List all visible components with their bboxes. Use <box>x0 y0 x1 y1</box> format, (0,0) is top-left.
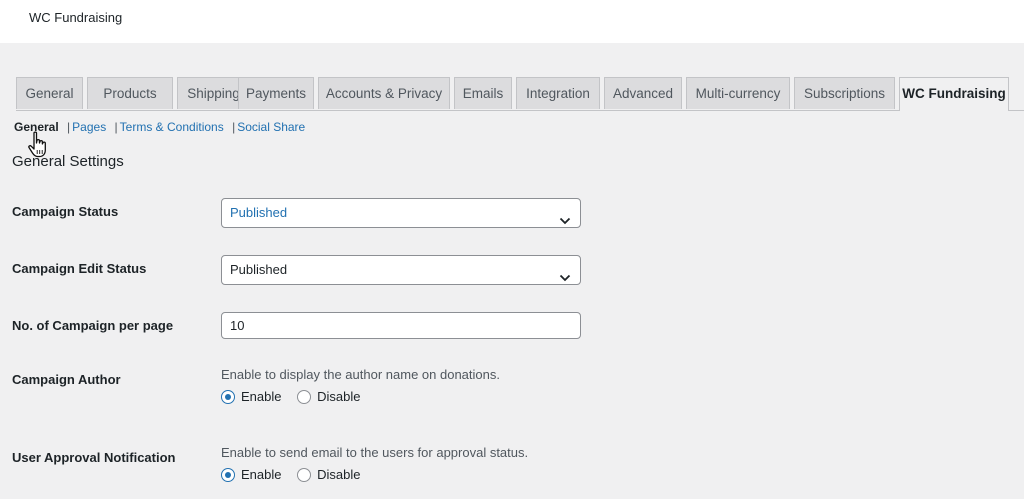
tab-advanced[interactable]: Advanced <box>604 77 682 109</box>
subnav-separator: | <box>114 120 118 134</box>
user-approval-options: Enable Disable <box>221 466 372 484</box>
user-approval-description: Enable to send email to the users for ap… <box>221 445 529 460</box>
campaign-author-enable-label[interactable]: Enable <box>241 389 281 404</box>
campaign-author-disable-radio[interactable] <box>297 389 312 404</box>
subnav-separator: | <box>232 120 236 134</box>
subnav-social-share[interactable]: Social Share <box>237 120 305 134</box>
campaign-status-select[interactable]: Published <box>221 198 581 228</box>
tab-integration[interactable]: Integration <box>516 77 600 109</box>
campaigns-per-page-label: No. of Campaign per page <box>12 318 174 333</box>
user-approval-label: User Approval Notification <box>12 450 176 465</box>
tab-subscriptions[interactable]: Subscriptions <box>794 77 895 109</box>
sub-navigation: General | Pages | Terms & Conditions | Soci… <box>14 120 305 134</box>
app-title: WC Fundraising <box>29 10 123 25</box>
campaigns-per-page-input[interactable]: 10 <box>221 312 581 339</box>
chevron-down-icon <box>559 208 571 236</box>
tab-multi-currency[interactable]: Multi-currency <box>686 77 790 109</box>
campaign-status-value: Published <box>230 205 288 220</box>
top-bar: WC Fundraising <box>0 0 1024 43</box>
campaign-edit-status-select[interactable]: Published <box>221 255 581 285</box>
campaign-author-disable-label[interactable]: Disable <box>317 389 360 404</box>
subnav-terms-conditions[interactable]: Terms & Conditions <box>120 120 224 134</box>
tab-emails[interactable]: Emails <box>454 77 512 109</box>
subnav-separator: | <box>67 120 71 134</box>
tab-products[interactable]: Products <box>87 77 173 109</box>
campaign-author-enable-radio[interactable] <box>221 389 235 404</box>
subnav-pages[interactable]: Pages <box>72 120 106 134</box>
campaign-edit-status-value: Published <box>230 262 288 277</box>
chevron-down-icon <box>559 265 571 293</box>
campaign-author-label: Campaign Author <box>12 372 121 387</box>
user-approval-enable-label[interactable]: Enable <box>241 467 281 482</box>
user-approval-disable-radio[interactable] <box>297 467 312 482</box>
campaign-status-label: Campaign Status <box>12 204 119 219</box>
settings-tabs: General Products Shipping Payments Accou… <box>16 77 1024 111</box>
tab-wc-fundraising[interactable]: WC Fundraising <box>899 77 1009 111</box>
campaign-author-description: Enable to display the author name on don… <box>221 367 500 382</box>
user-approval-enable-radio[interactable] <box>221 467 235 482</box>
tab-accounts-privacy[interactable]: Accounts & Privacy <box>318 77 450 109</box>
campaign-edit-status-label: Campaign Edit Status <box>12 261 147 276</box>
user-approval-disable-label[interactable]: Disable <box>317 467 360 482</box>
tab-payments[interactable]: Payments <box>238 77 314 109</box>
campaign-author-options: Enable Disable <box>221 388 372 406</box>
section-title: General Settings <box>12 153 124 170</box>
tab-general[interactable]: General <box>16 77 83 109</box>
